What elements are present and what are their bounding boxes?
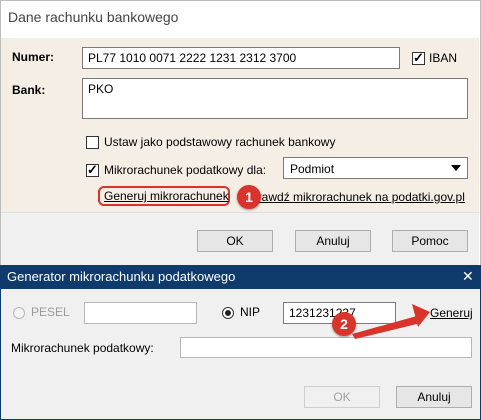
- arrow-shaft: [352, 314, 424, 339]
- annotation-arrow: [352, 304, 430, 339]
- step-badge-2: 2: [332, 312, 356, 336]
